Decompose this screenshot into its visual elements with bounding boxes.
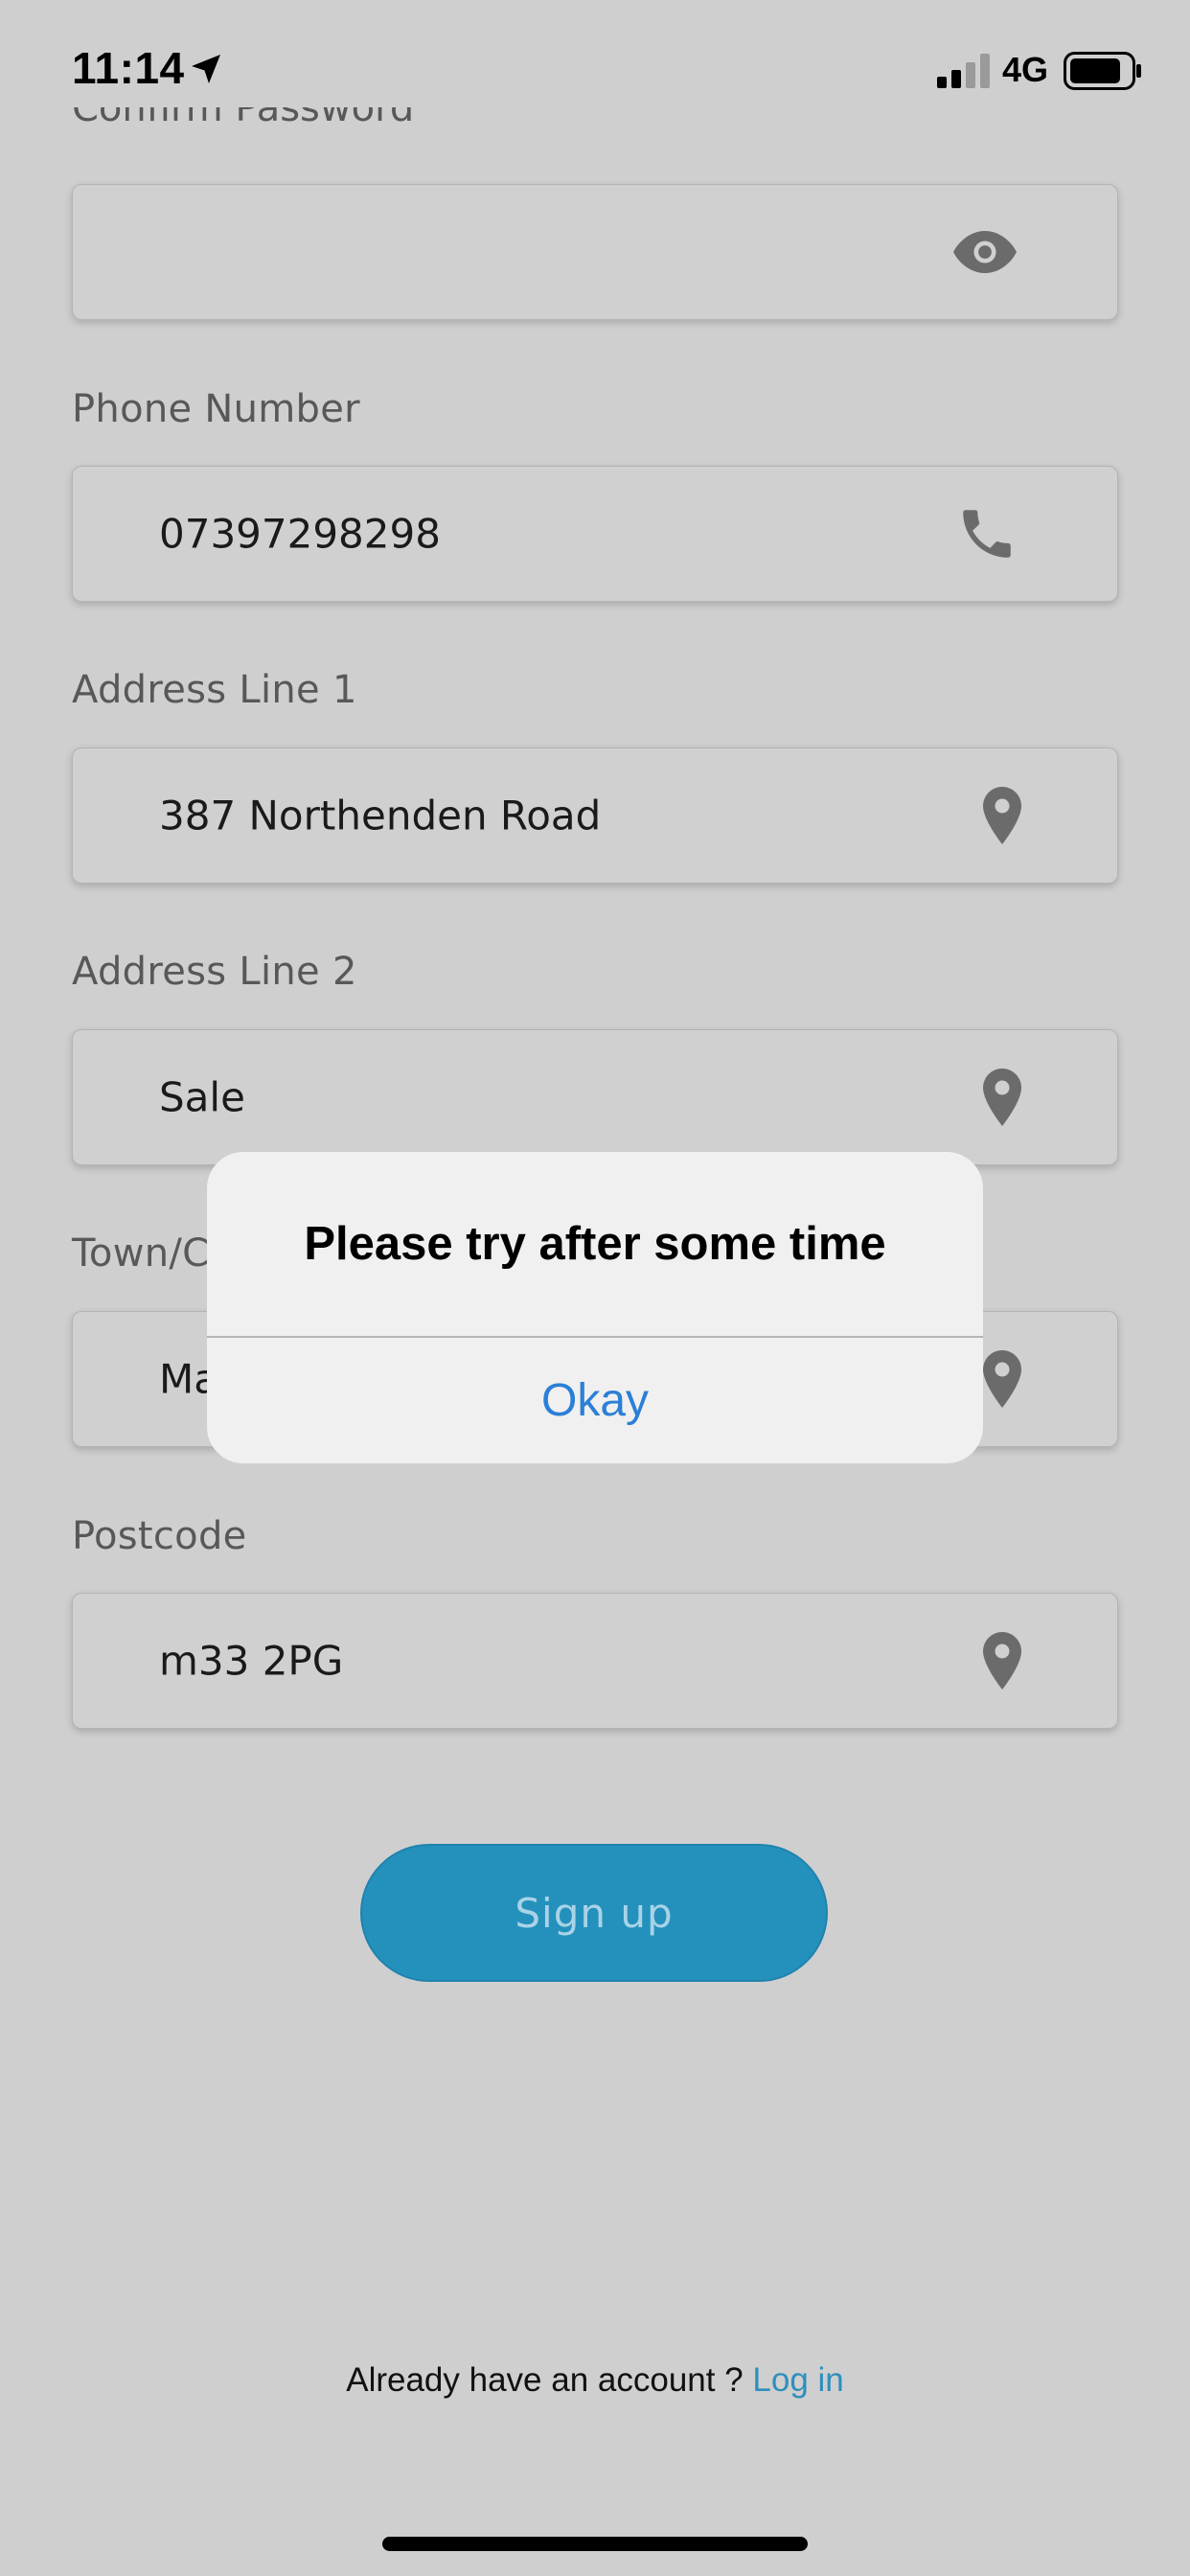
alert-title: Please try after some time: [304, 1218, 886, 1270]
alert-dialog: Please try after some time Okay: [207, 1152, 983, 1463]
alert-overlay: Please try after some time Okay: [0, 0, 1190, 2576]
alert-okay-button[interactable]: Okay: [207, 1338, 983, 1463]
